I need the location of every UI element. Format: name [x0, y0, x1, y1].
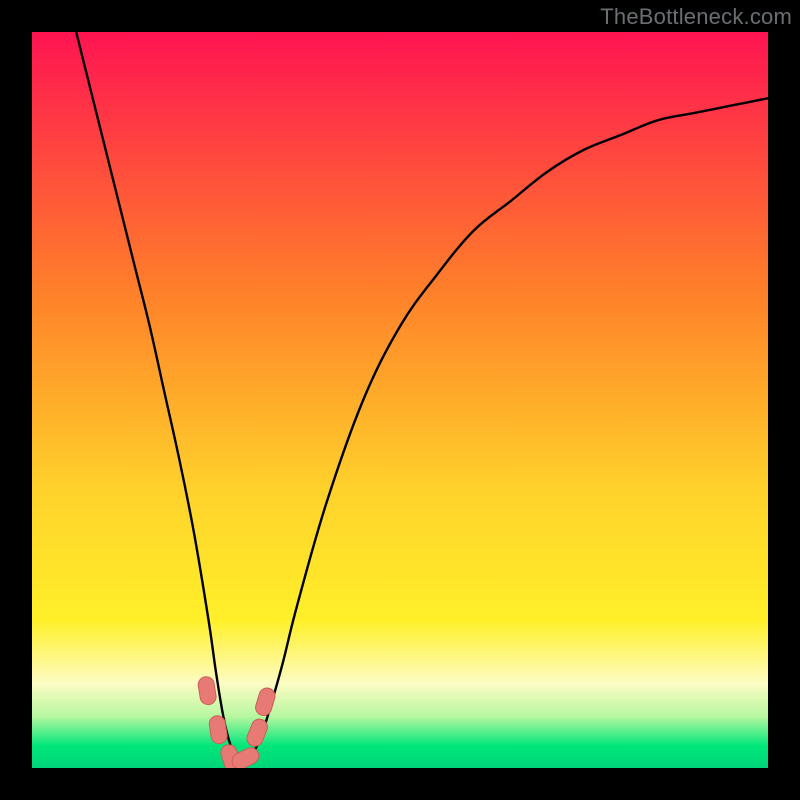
bottleneck-chart	[32, 32, 768, 768]
plot-area	[32, 32, 768, 768]
gradient-background	[32, 32, 768, 768]
attribution-text: TheBottleneck.com	[600, 4, 792, 30]
chart-frame: TheBottleneck.com	[0, 0, 800, 800]
